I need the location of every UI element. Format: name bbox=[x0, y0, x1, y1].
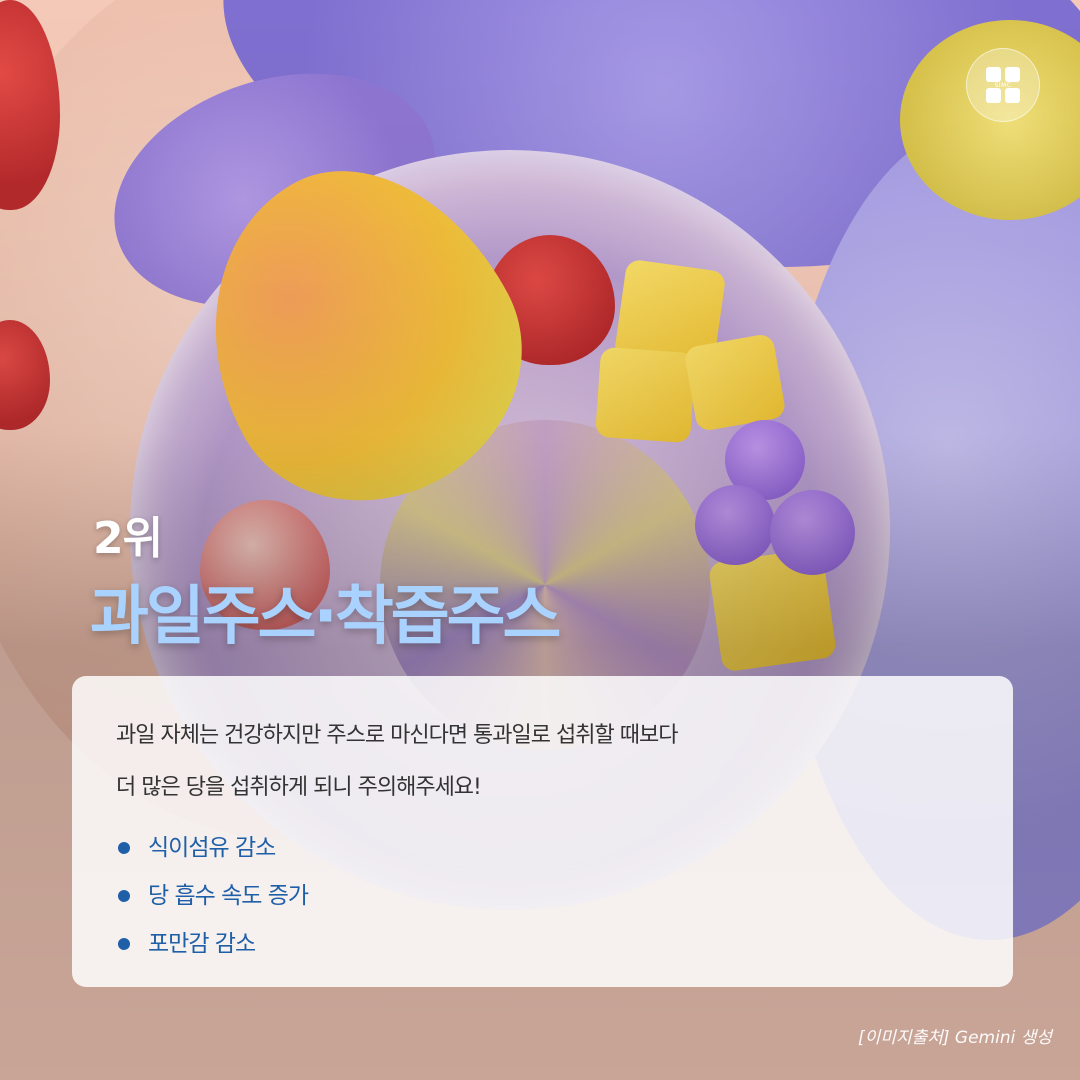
list-item: 식이섬유 감소 bbox=[116, 824, 969, 872]
bullet-dot-icon bbox=[118, 938, 130, 950]
description-line: 더 많은 당을 섭취하게 되니 주의해주세요! bbox=[116, 775, 482, 800]
card: SIMC 2위 과일주스·착즙주스 과일 자체는 건강하지만 주스로 마신다면 … bbox=[0, 0, 1080, 1080]
bullet-list: 식이섬유 감소 당 흡수 속도 증가 포만감 감소 bbox=[116, 824, 969, 968]
rank-label: 2위 bbox=[93, 513, 163, 564]
info-panel: 과일 자체는 건강하지만 주스로 마신다면 통과일로 섭취할 때보다 더 많은 … bbox=[72, 676, 1013, 987]
description-line: 과일 자체는 건강하지만 주스로 마신다면 통과일로 섭취할 때보다 bbox=[116, 723, 678, 748]
bullet-dot-icon bbox=[118, 890, 130, 902]
list-item-label: 식이섬유 감소 bbox=[148, 835, 276, 861]
bullet-dot-icon bbox=[118, 842, 130, 854]
list-item-label: 당 흡수 속도 증가 bbox=[148, 883, 309, 909]
logo-text: SIMC bbox=[994, 82, 1012, 89]
list-item-label: 포만감 감소 bbox=[148, 931, 256, 957]
brand-logo: SIMC bbox=[966, 48, 1040, 122]
list-item: 당 흡수 속도 증가 bbox=[116, 872, 969, 920]
list-item: 포만감 감소 bbox=[116, 920, 969, 968]
image-source: [이미지출처] Gemini 생성 bbox=[858, 1028, 1052, 1048]
page-title: 과일주스·착즙주스 bbox=[90, 580, 561, 654]
